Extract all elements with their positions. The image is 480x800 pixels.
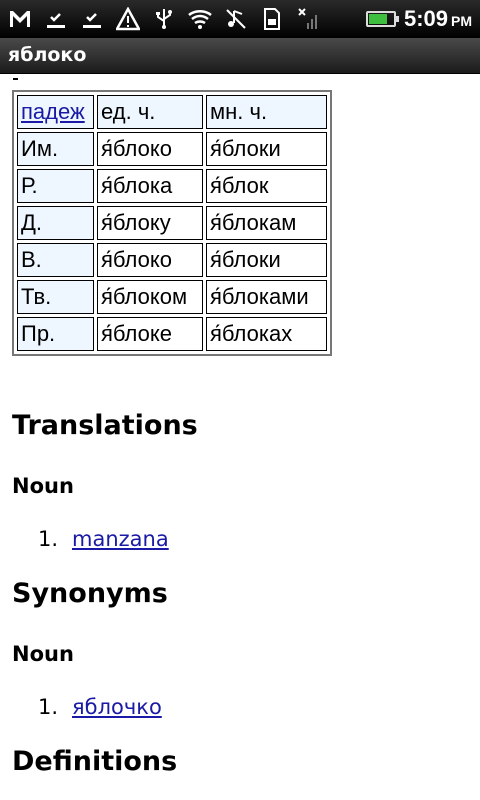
translations-heading: Translations xyxy=(12,410,198,441)
table-row: Пр. я́блоке я́блоках xyxy=(17,317,327,351)
case-cell: В. xyxy=(17,243,94,277)
plural-cell: я́блоках xyxy=(206,317,327,351)
clock: 5:09 PM xyxy=(403,6,472,31)
table-row: Им. я́блоко я́блоки xyxy=(17,132,327,166)
header-cell-singular: ед. ч. xyxy=(97,95,203,129)
table-row: В. я́блоко я́блоки xyxy=(17,243,327,277)
synonyms-heading: Synonyms xyxy=(12,578,168,609)
plural-cell: я́блок xyxy=(206,169,327,203)
music-muted-icon xyxy=(224,7,248,31)
list-item: 1. яблочко xyxy=(38,695,162,719)
list-item: 1. manzana xyxy=(38,527,169,551)
plural-cell: я́блоки xyxy=(206,132,327,166)
table-row: Д. я́блоку я́блокам xyxy=(17,206,327,240)
table-header-row: падеж ед. ч. мн. ч. xyxy=(17,95,327,129)
case-cell: Им. xyxy=(17,132,94,166)
download-complete-icon xyxy=(44,7,68,31)
synonyms-noun-subheading: Noun xyxy=(12,642,74,666)
synonym-link[interactable]: яблочко xyxy=(72,695,162,719)
download-complete-icon xyxy=(80,7,104,31)
singular-cell: я́блоко xyxy=(97,132,203,166)
no-signal-icon xyxy=(296,7,320,31)
singular-cell: я́блока xyxy=(97,169,203,203)
definitions-heading: Definitions xyxy=(12,746,178,777)
singular-cell: я́блоком xyxy=(97,280,203,314)
list-number: 1. xyxy=(38,695,59,719)
singular-cell: я́блоко xyxy=(97,243,203,277)
plural-cell: я́блоки xyxy=(206,243,327,277)
singular-cell: я́блоке xyxy=(97,317,203,351)
sd-card-icon xyxy=(260,7,284,31)
table-row: Тв. я́блоком я́блоками xyxy=(17,280,327,314)
article-content[interactable]: падеж ед. ч. мн. ч. Им. я́блоко я́блоки … xyxy=(0,74,480,800)
declension-table: падеж ед. ч. мн. ч. Им. я́блоко я́блоки … xyxy=(12,90,332,356)
singular-cell: я́блоку xyxy=(97,206,203,240)
status-bar: 5:09 PM xyxy=(0,0,480,38)
case-cell: Д. xyxy=(17,206,94,240)
plural-cell: я́блокам xyxy=(206,206,327,240)
case-cell: Пр. xyxy=(17,317,94,351)
list-number: 1. xyxy=(38,527,59,551)
translations-noun-subheading: Noun xyxy=(12,474,74,498)
warning-icon xyxy=(116,7,140,31)
wifi-icon xyxy=(188,7,212,31)
page-title: яблоко xyxy=(0,38,480,74)
usb-icon xyxy=(152,7,176,31)
table-row: Р. я́блока я́блок xyxy=(17,169,327,203)
header-cell-case[interactable]: падеж xyxy=(17,95,94,129)
gmail-icon xyxy=(8,7,32,31)
battery-charging-icon xyxy=(365,11,399,27)
plural-cell: я́блоками xyxy=(206,280,327,314)
translation-link[interactable]: manzana xyxy=(72,527,169,551)
divider xyxy=(13,78,18,80)
case-cell: Тв. xyxy=(17,280,94,314)
case-link[interactable]: падеж xyxy=(21,99,85,124)
case-cell: Р. xyxy=(17,169,94,203)
header-cell-plural: мн. ч. xyxy=(206,95,327,129)
